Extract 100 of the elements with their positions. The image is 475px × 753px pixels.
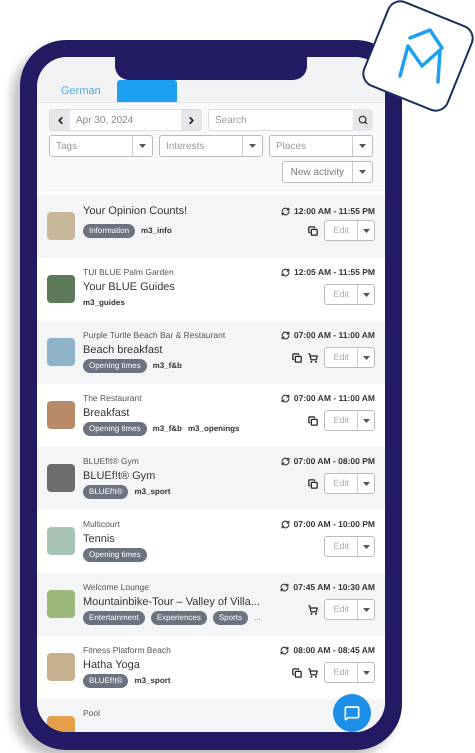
code-label: m3_info — [141, 224, 172, 236]
caret-icon — [362, 670, 370, 674]
copy-icon[interactable] — [308, 226, 318, 236]
copy-icon[interactable] — [308, 416, 318, 426]
cart-icon[interactable] — [308, 352, 318, 362]
new-activity-split-button[interactable]: New activity — [282, 161, 373, 183]
category-tag: Sports — [212, 611, 248, 625]
caret-icon — [362, 418, 370, 422]
venue-name: Pool — [83, 708, 100, 719]
activity-title: Your Opinion Counts! — [83, 204, 188, 218]
activity-title: BLUEf!t® Gym — [83, 469, 156, 483]
category-tag: BLUEf!t® — [83, 674, 128, 688]
edit-split-button[interactable]: Edit — [324, 347, 375, 368]
caret-icon — [362, 356, 370, 360]
filter-dropdown[interactable]: Places — [269, 135, 373, 157]
category-tag: Information — [83, 224, 136, 238]
repeat-icon — [281, 268, 290, 277]
caret-icon — [362, 544, 370, 548]
photo-placeholder — [47, 401, 75, 429]
venue-name: Fitness Platform Beach — [83, 645, 171, 656]
category-tag: Opening times — [83, 359, 147, 373]
time-range: 07:00 AM - 11:00 AM — [294, 393, 375, 404]
caret-icon — [249, 144, 256, 148]
edit-split-button[interactable]: Edit — [324, 536, 375, 557]
repeat-icon — [280, 331, 290, 340]
activity-row[interactable]: BLUEf!t® Gym 07:00 AM - 08:00 PM BLUEf!t® Gym BLUEf!t® m3_sport Edit — [37, 447, 385, 510]
venue-name: Multicourt — [83, 519, 120, 530]
language-tab[interactable]: German — [49, 80, 113, 102]
edit-split-button[interactable]: Edit — [324, 220, 375, 241]
caret-icon — [362, 292, 370, 296]
cart-icon[interactable] — [308, 604, 318, 614]
time-range: 12:00 AM - 11:55 PM — [294, 206, 375, 216]
caret-icon — [139, 144, 146, 148]
cart-icon[interactable] — [308, 668, 318, 678]
photo-placeholder — [47, 212, 75, 240]
code-label: m3_sport — [134, 675, 170, 687]
venue-name: TUI BLUE Palm Garden — [83, 267, 174, 278]
venue-name: The Restaurant — [83, 393, 142, 404]
code-label: m3_sport — [134, 486, 170, 498]
copy-icon[interactable] — [292, 352, 302, 362]
time-range: 07:00 AM - 11:00 AM — [294, 330, 375, 341]
repeat-icon — [280, 583, 290, 592]
repeat-icon — [280, 394, 290, 403]
category-tag: BLUEf!t® — [83, 485, 128, 499]
date-picker[interactable]: Apr 30, 2024 — [49, 109, 202, 131]
search-button[interactable] — [353, 109, 373, 131]
filter-dropdown[interactable]: Interests — [159, 135, 263, 157]
caret-icon — [359, 170, 366, 174]
time-range: 07:00 AM - 08:00 PM — [294, 456, 375, 467]
venue-name: BLUEf!t® Gym — [83, 456, 139, 467]
category-tag: Opening times — [83, 548, 147, 562]
copy-icon[interactable] — [308, 478, 318, 488]
category-tag: Opening times — [83, 422, 147, 436]
activity-title: Beach breakfast — [83, 343, 164, 357]
edit-split-button[interactable]: Edit — [324, 662, 375, 683]
photo-placeholder — [47, 338, 75, 366]
photo-placeholder — [47, 590, 75, 618]
edit-split-button[interactable]: Edit — [324, 473, 375, 494]
repeat-icon — [280, 520, 290, 529]
code-label: m3_guides — [83, 297, 125, 309]
code-label: m3_f&b — [152, 360, 182, 372]
time-range: 08:00 AM - 08:45 AM — [293, 645, 375, 656]
edit-split-button[interactable]: Edit — [324, 284, 375, 305]
activity-title: Your BLUE Guides — [83, 280, 175, 294]
category-tag: Entertainment — [83, 611, 145, 625]
activity-row[interactable]: Purple Turtle Beach Bar & Restaurant 07:00 AM - 11:00 AM Beach breakfast Opening times m3_f&b Edit — [37, 321, 385, 384]
copy-icon[interactable] — [292, 668, 302, 678]
venue-name: Purple Turtle Beach Bar & Restaurant — [83, 330, 226, 341]
time-range: 12:05 AM - 11:55 PM — [294, 267, 375, 278]
activity-title: Hatha Yoga — [83, 658, 141, 672]
chat-icon — [344, 705, 360, 721]
caret-icon — [362, 228, 370, 232]
more-tags-text: ... — [254, 612, 261, 624]
repeat-icon — [280, 646, 290, 655]
activity-row[interactable]: Welcome Lounge 07:45 AM - 10:30 AM Mountainbike-Tour – Valley of Villa... Entertainment Experiences Sports ... Edit — [37, 573, 385, 636]
photo-placeholder — [47, 653, 75, 681]
activity-title: Breakfast — [83, 406, 130, 420]
photo-placeholder — [47, 275, 75, 303]
time-range: 07:00 AM - 10:00 PM — [294, 519, 375, 530]
photo-placeholder — [47, 527, 75, 555]
venue-name: Welcome Lounge — [83, 582, 149, 593]
repeat-icon — [280, 457, 290, 466]
activity-title: Tennis — [83, 532, 116, 546]
search-icon — [358, 115, 368, 125]
code-label: m3_f&b — [152, 423, 182, 435]
photo-placeholder — [47, 464, 75, 492]
search-field[interactable]: Search — [208, 109, 353, 131]
caret-icon — [362, 608, 370, 612]
activity-row[interactable]: Pool — [37, 699, 385, 732]
caret-icon — [359, 144, 366, 148]
edit-split-button[interactable]: Edit — [324, 599, 375, 620]
filter-dropdown[interactable]: Tags — [49, 135, 153, 157]
code-label: m3_openings — [188, 423, 240, 435]
category-tag: Experiences — [150, 611, 207, 625]
repeat-icon — [281, 206, 290, 216]
time-range: 07:45 AM - 10:30 AM — [293, 582, 375, 593]
activity-row[interactable]: Your Opinion Counts! 12:00 AM - 11:55 PM Information m3_info Edit — [37, 195, 385, 258]
activity-title: Mountainbike-Tour – Valley of Villa... — [83, 595, 261, 609]
caret-icon — [362, 482, 370, 486]
edit-split-button[interactable]: Edit — [324, 410, 375, 431]
